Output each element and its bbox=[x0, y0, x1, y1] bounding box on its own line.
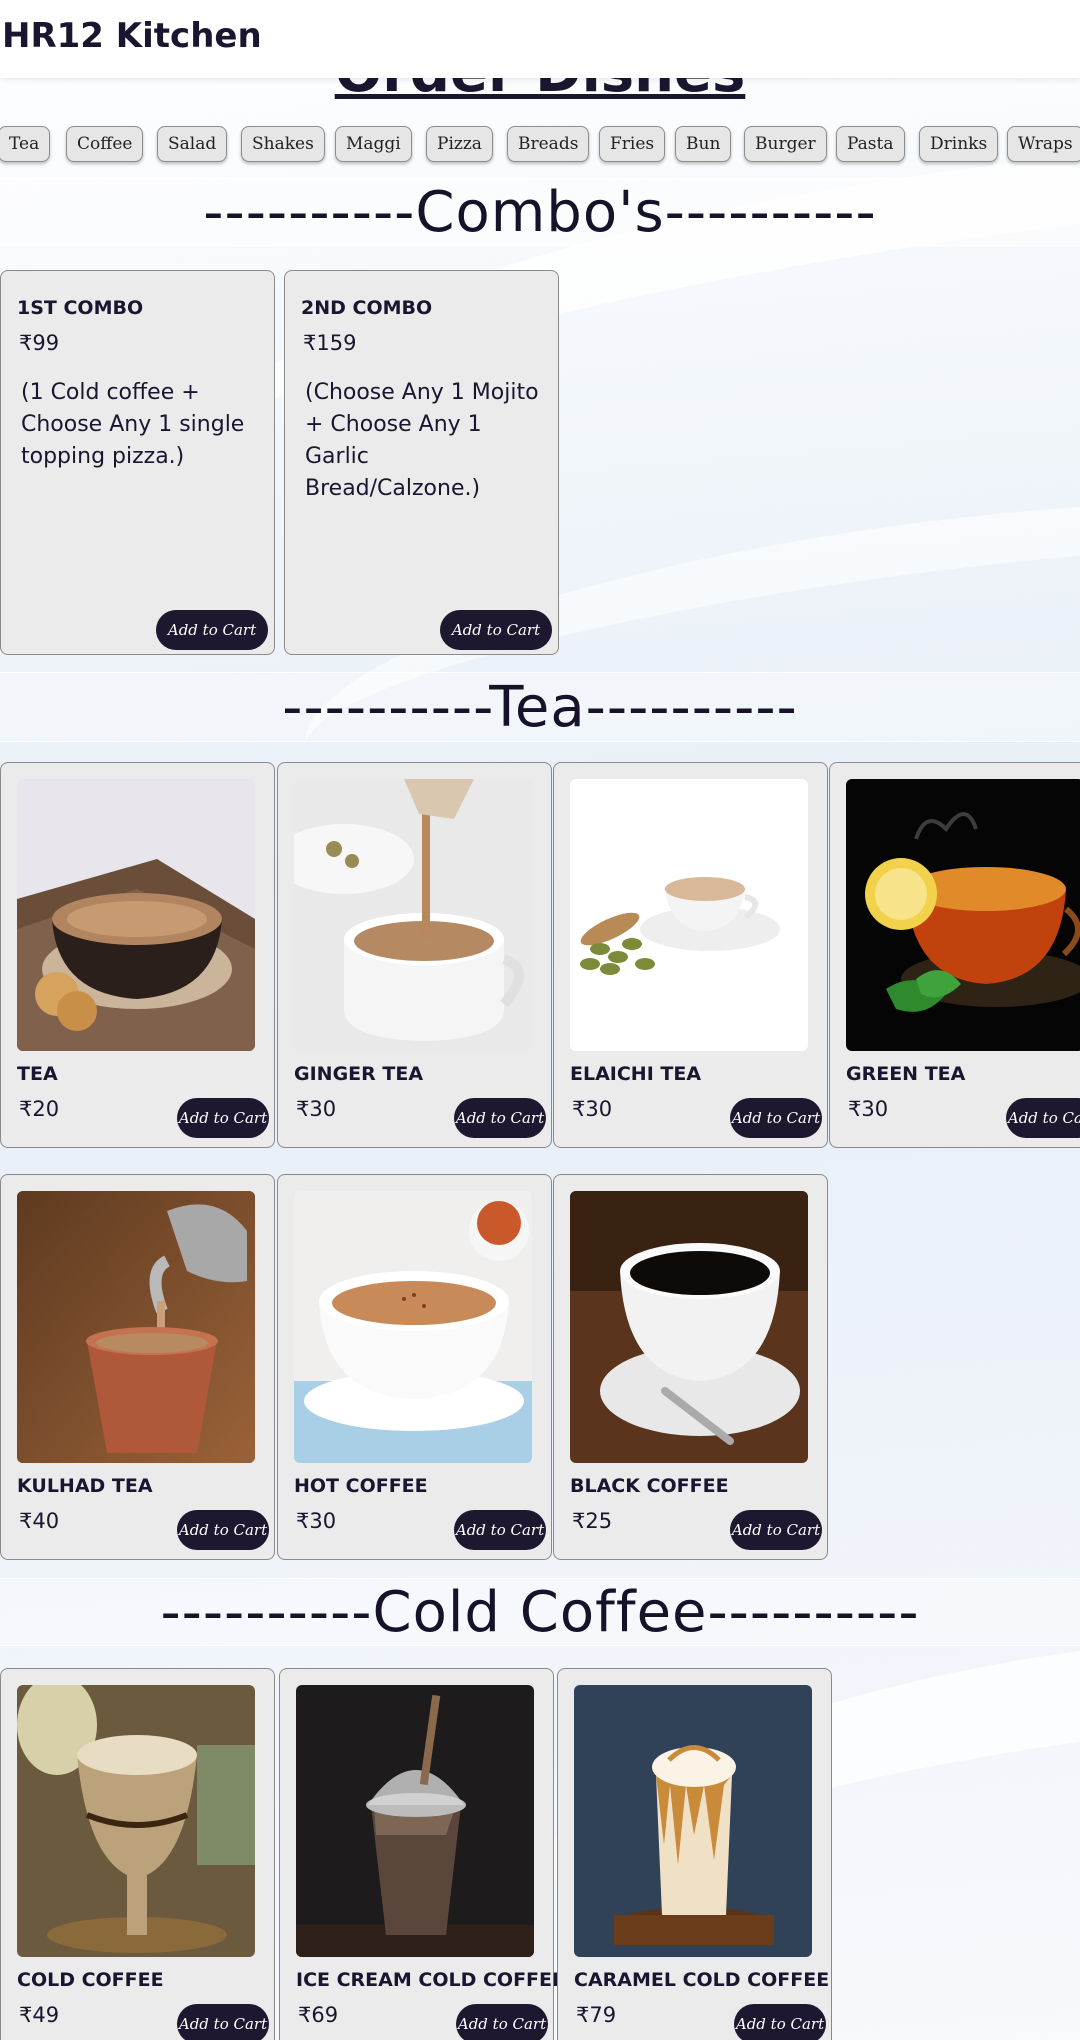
menu-item-card: GINGER TEA ₹30 Add to Cart bbox=[277, 762, 552, 1148]
elaichi-tea-image bbox=[570, 779, 808, 1051]
category-pill-pasta[interactable]: Pasta bbox=[836, 126, 905, 162]
add-to-cart-button[interactable]: Add to Cart bbox=[730, 1510, 822, 1550]
green-tea-image bbox=[846, 779, 1080, 1051]
category-pill-wraps[interactable]: Wraps bbox=[1007, 126, 1080, 162]
black-coffee-image bbox=[570, 1191, 808, 1463]
cold-coffee-image bbox=[17, 1685, 255, 1957]
add-to-cart-button[interactable]: Add to Cart bbox=[730, 1098, 822, 1138]
add-to-cart-button[interactable]: Add to Cart bbox=[454, 1098, 546, 1138]
menu-item-card: ELAICHI TEA ₹30 Add to Cart bbox=[553, 762, 828, 1148]
category-nav: Tea Coffee Salad Shakes Maggi Pizza Brea… bbox=[0, 126, 1080, 166]
combo-card: 1ST COMBO ₹99 (1 Cold coffee + Choose An… bbox=[0, 270, 275, 655]
item-price: ₹49 bbox=[19, 2003, 60, 2027]
category-pill-bun[interactable]: Bun bbox=[675, 126, 732, 162]
ginger-tea-image bbox=[294, 779, 532, 1051]
add-to-cart-button[interactable]: Add to Cart bbox=[177, 1510, 269, 1550]
add-to-cart-button[interactable]: Add to Cart bbox=[177, 1098, 269, 1138]
menu-item-card: BLACK COFFEE ₹25 Add to Cart bbox=[553, 1174, 828, 1560]
combo-name: 2ND COMBO bbox=[301, 297, 433, 319]
combo-name: 1ST COMBO bbox=[17, 297, 144, 319]
category-pill-pizza[interactable]: Pizza bbox=[426, 126, 493, 162]
add-to-cart-button[interactable]: Add to Cart bbox=[156, 610, 268, 650]
item-name: CARAMEL COLD COFFEE bbox=[574, 1969, 830, 1991]
add-to-cart-button[interactable]: Add to Cart bbox=[1006, 1098, 1080, 1138]
item-name: HOT COFFEE bbox=[294, 1475, 428, 1497]
item-price: ₹30 bbox=[848, 1097, 889, 1121]
category-pill-coffee[interactable]: Coffee bbox=[66, 126, 144, 162]
item-name: KULHAD TEA bbox=[17, 1475, 153, 1497]
category-pill-drinks[interactable]: Drinks bbox=[919, 126, 999, 162]
kulhad-tea-image bbox=[17, 1191, 255, 1463]
menu-item-card: CARAMEL COLD COFFEE ₹79 Add to Cart bbox=[557, 1668, 832, 2040]
brand-logo-text[interactable]: HR12 Kitchen bbox=[2, 16, 262, 56]
item-price: ₹20 bbox=[19, 1097, 60, 1121]
add-to-cart-button[interactable]: Add to Cart bbox=[177, 2004, 269, 2040]
item-price: ₹69 bbox=[298, 2003, 339, 2027]
menu-item-card: KULHAD TEA ₹40 Add to Cart bbox=[0, 1174, 275, 1560]
item-name: ICE CREAM COLD COFFEE bbox=[296, 1969, 565, 1991]
menu-item-card: HOT COFFEE ₹30 Add to Cart bbox=[277, 1174, 552, 1560]
add-to-cart-button[interactable]: Add to Cart bbox=[454, 1510, 546, 1550]
item-price: ₹30 bbox=[572, 1097, 613, 1121]
menu-item-card: GREEN TEA ₹30 Add to Cart bbox=[829, 762, 1080, 1148]
item-name: COLD COFFEE bbox=[17, 1969, 164, 1991]
item-price: ₹30 bbox=[296, 1509, 337, 1533]
caramel-cold-coffee-image bbox=[574, 1685, 812, 1957]
tea-image bbox=[17, 779, 255, 1051]
item-name: ELAICHI TEA bbox=[570, 1063, 702, 1085]
item-price: ₹79 bbox=[576, 2003, 617, 2027]
item-price: ₹25 bbox=[572, 1509, 613, 1533]
menu-item-card: TEA ₹20 Add to Cart bbox=[0, 762, 275, 1148]
add-to-cart-button[interactable]: Add to Cart bbox=[440, 610, 552, 650]
item-price: ₹40 bbox=[19, 1509, 60, 1533]
category-pill-breads[interactable]: Breads bbox=[507, 126, 590, 162]
ice-cream-cold-coffee-image bbox=[296, 1685, 534, 1957]
combo-card: 2ND COMBO ₹159 (Choose Any 1 Mojito + Ch… bbox=[284, 270, 559, 655]
item-name: BLACK COFFEE bbox=[570, 1475, 729, 1497]
combo-description: (Choose Any 1 Mojito + Choose Any 1 Garl… bbox=[305, 380, 539, 501]
add-to-cart-button[interactable]: Add to Cart bbox=[456, 2004, 548, 2040]
category-pill-maggi[interactable]: Maggi bbox=[335, 126, 412, 162]
add-to-cart-button[interactable]: Add to Cart bbox=[734, 2004, 826, 2040]
section-title-cold-coffee: ----------Cold Coffee---------- bbox=[0, 1578, 1080, 1646]
category-pill-shakes[interactable]: Shakes bbox=[241, 126, 325, 162]
combo-price: ₹99 bbox=[19, 331, 60, 355]
item-name: GINGER TEA bbox=[294, 1063, 424, 1085]
section-title-tea: ----------Tea---------- bbox=[0, 672, 1080, 742]
category-pill-salad[interactable]: Salad bbox=[157, 126, 228, 162]
category-pill-tea[interactable]: Tea bbox=[0, 126, 51, 162]
item-name: GREEN TEA bbox=[846, 1063, 966, 1085]
category-pill-fries[interactable]: Fries bbox=[599, 126, 666, 162]
section-title-combos: ----------Combo's---------- bbox=[0, 178, 1080, 246]
category-pill-burger[interactable]: Burger bbox=[744, 126, 827, 162]
combo-price: ₹159 bbox=[303, 331, 357, 355]
item-name: TEA bbox=[17, 1063, 58, 1085]
combo-description: (1 Cold coffee + Choose Any 1 single top… bbox=[21, 380, 245, 469]
top-navbar: HR12 Kitchen bbox=[0, 0, 1080, 78]
menu-item-card: ICE CREAM COLD COFFEE ₹69 Add to Cart bbox=[279, 1668, 565, 2040]
item-price: ₹30 bbox=[296, 1097, 337, 1121]
hot-coffee-image bbox=[294, 1191, 532, 1463]
menu-item-card: COLD COFFEE ₹49 Add to Cart bbox=[0, 1668, 275, 2040]
